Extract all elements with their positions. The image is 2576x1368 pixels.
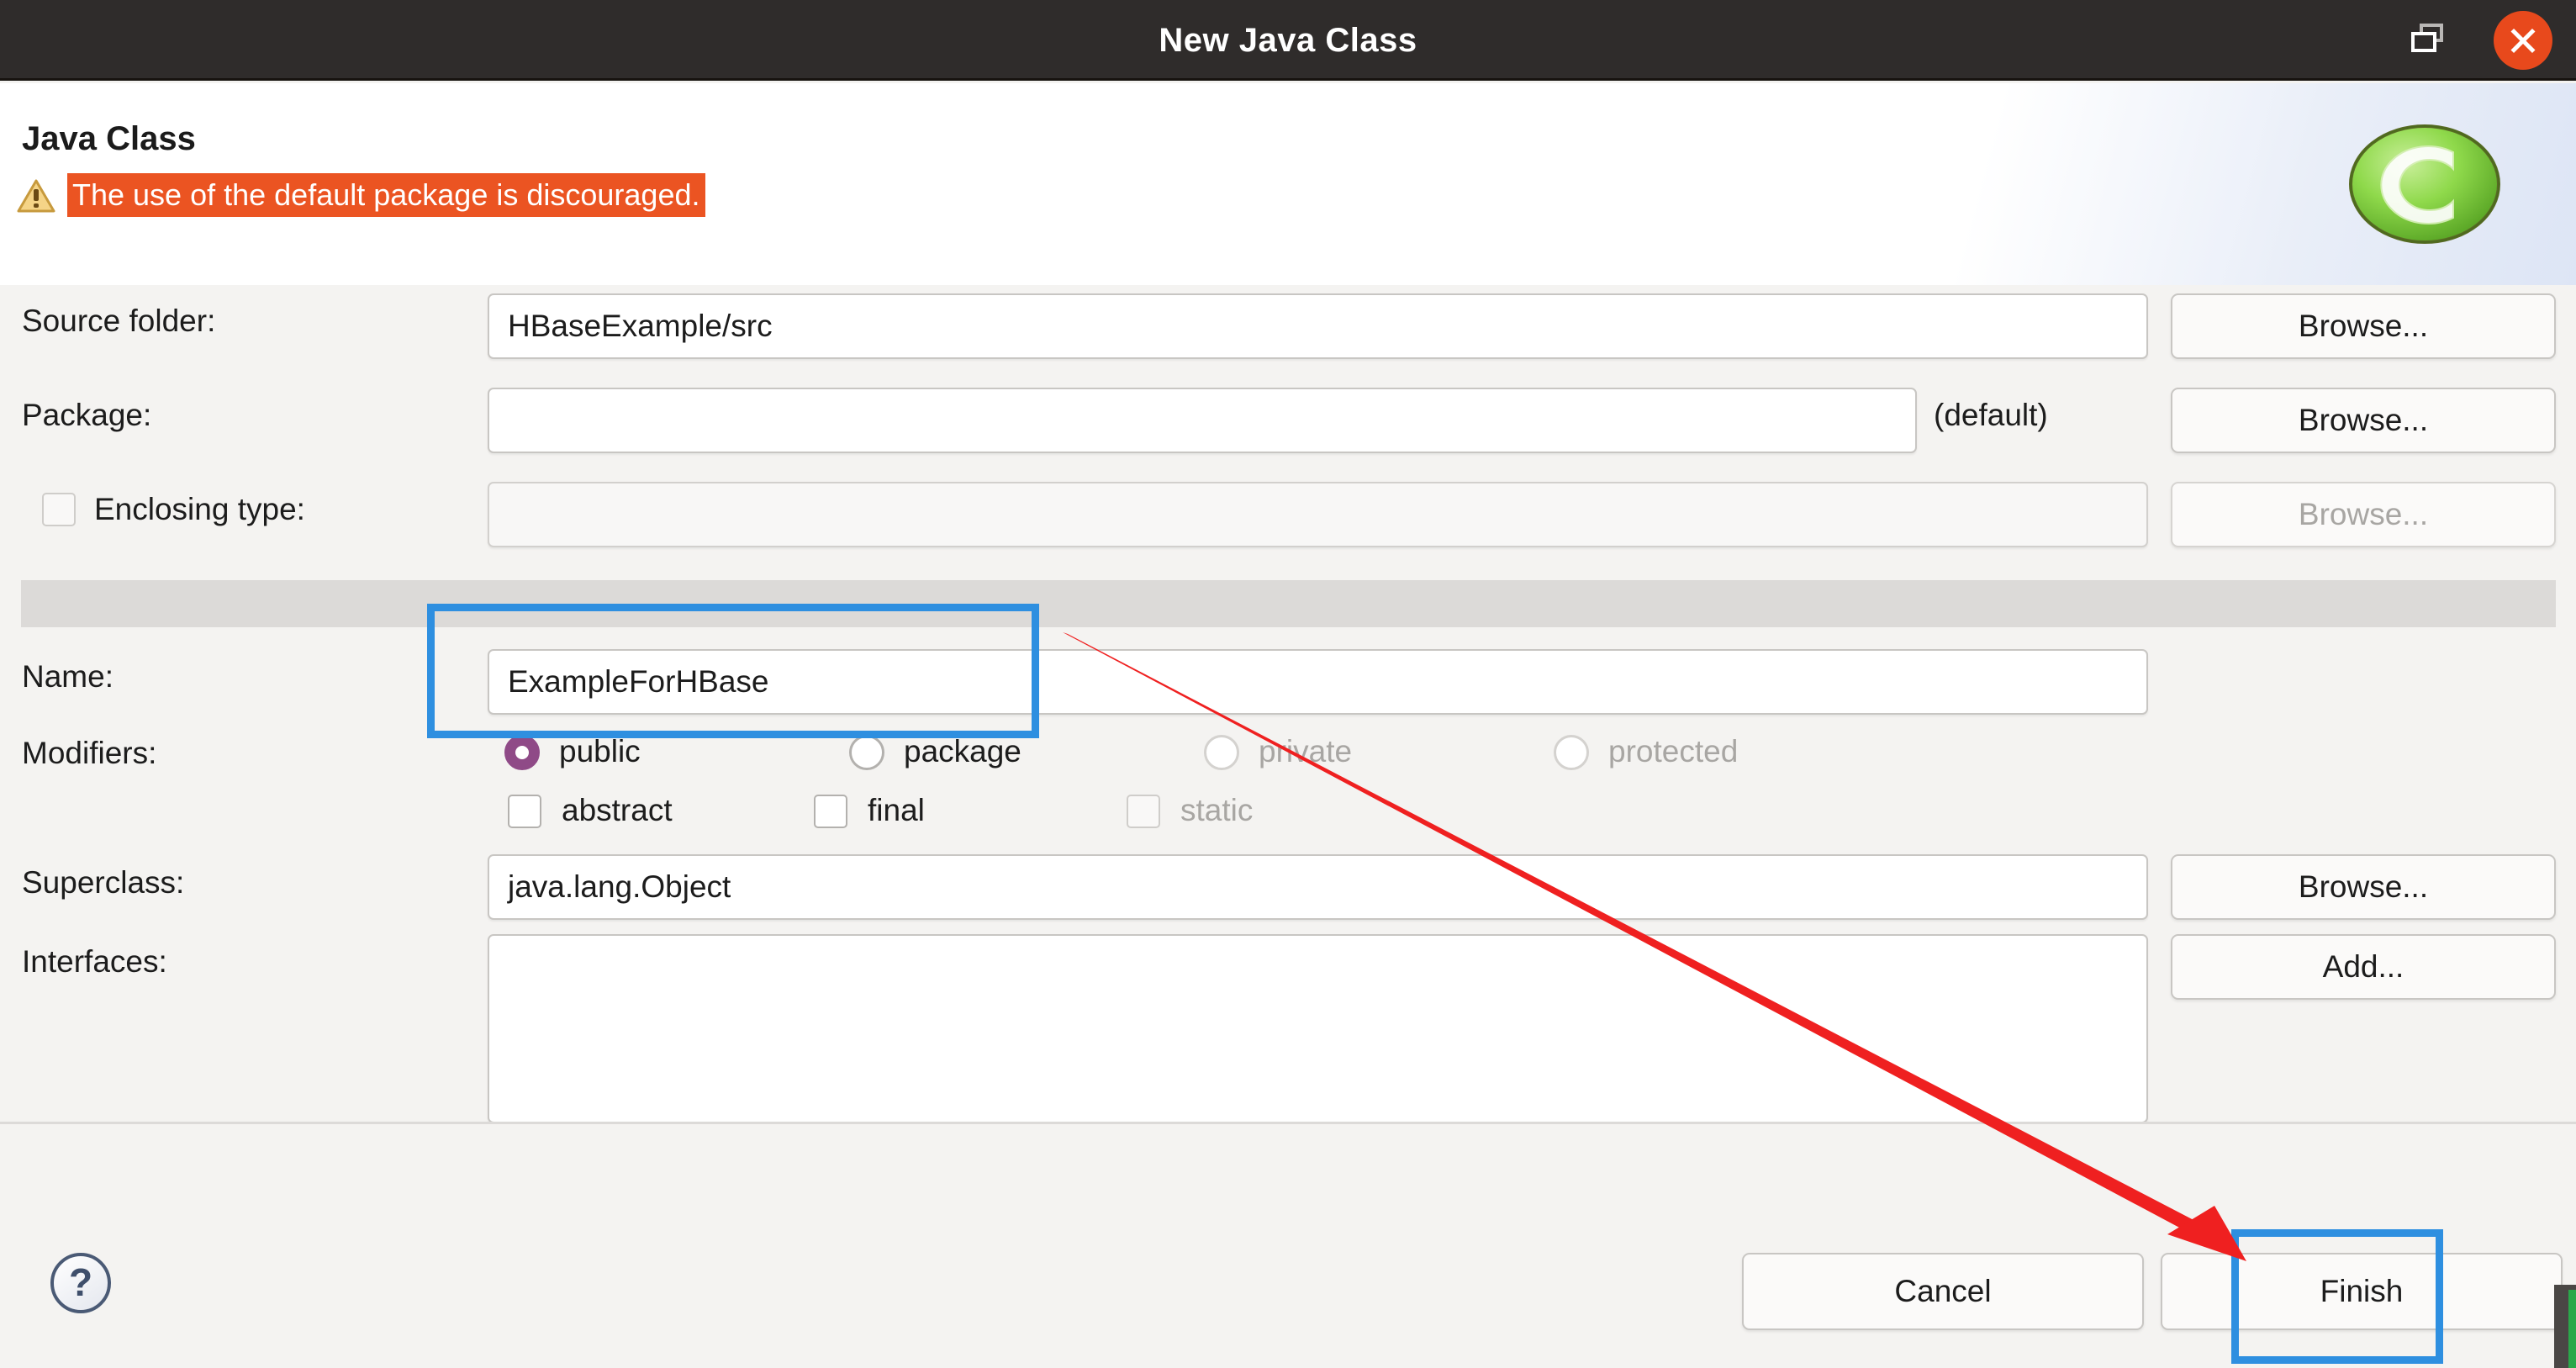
modifier-radio-private: [1204, 735, 1239, 770]
modifier-label-public: public: [559, 734, 641, 769]
superclass-input[interactable]: java.lang.Object: [488, 854, 2148, 920]
window-title: New Java Class: [1159, 22, 1417, 59]
modifier-radio-protected: [1554, 735, 1589, 770]
warning-message: The use of the default package is discou…: [67, 173, 705, 217]
modifier-label-protected: protected: [1608, 734, 1739, 769]
title-bar: New Java Class: [0, 0, 2576, 81]
name-input[interactable]: ExampleForHBase: [488, 649, 2148, 715]
dialog-footer: [0, 1124, 2576, 1368]
restore-window-icon[interactable]: [2411, 22, 2452, 59]
dialog-body: Source folder: HBaseExample/src Browse..…: [0, 285, 2576, 1123]
modifier-checkbox-static: [1127, 795, 1160, 828]
package-default-hint: (default): [1934, 398, 2048, 432]
eclipse-logo: [2349, 124, 2500, 244]
section-separator-band: [21, 580, 2556, 627]
finish-button[interactable]: Finish: [2161, 1253, 2563, 1330]
modifier-radio-public[interactable]: [504, 735, 540, 770]
enclosing-type-input[interactable]: [488, 482, 2148, 547]
interfaces-list[interactable]: [488, 934, 2148, 1123]
restore-icon-front-square: [2411, 32, 2436, 52]
modifier-checkbox-final[interactable]: [814, 795, 847, 828]
modifier-label-final: final: [868, 793, 925, 827]
enclosing-type-label: Enclosing type:: [94, 492, 305, 526]
modifier-label-private: private: [1259, 734, 1353, 769]
interfaces-label: Interfaces:: [22, 944, 167, 979]
interfaces-add-button[interactable]: Add...: [2171, 934, 2556, 1000]
modifier-checkbox-abstract[interactable]: [508, 795, 541, 828]
close-icon[interactable]: [2494, 11, 2552, 70]
package-label: Package:: [22, 398, 152, 432]
window-edge-accent: [2568, 1290, 2576, 1368]
warning-triangle-icon: [17, 179, 55, 213]
cancel-button[interactable]: Cancel: [1742, 1253, 2144, 1330]
superclass-label: Superclass:: [22, 865, 185, 900]
dialog-header: Java Class The use of the default packag…: [0, 83, 2576, 285]
package-browse-button[interactable]: Browse...: [2171, 388, 2556, 453]
source-folder-input[interactable]: HBaseExample/src: [488, 293, 2148, 359]
enclosing-type-browse-button: Browse...: [2171, 482, 2556, 547]
name-label: Name:: [22, 659, 113, 694]
modifier-label-static: static: [1180, 793, 1254, 827]
package-input[interactable]: [488, 388, 1917, 453]
modifier-label-abstract: abstract: [562, 793, 673, 827]
source-folder-browse-button[interactable]: Browse...: [2171, 293, 2556, 359]
page-title: Java Class: [22, 120, 196, 157]
superclass-browse-button[interactable]: Browse...: [2171, 854, 2556, 920]
modifier-label-package: package: [904, 734, 1021, 769]
help-icon-glyph: ?: [68, 1260, 93, 1304]
modifier-radio-package[interactable]: [849, 735, 884, 770]
source-folder-label: Source folder:: [22, 304, 216, 338]
modifiers-label: Modifiers:: [22, 736, 157, 770]
enclosing-type-checkbox[interactable]: [42, 493, 76, 526]
new-java-class-dialog: New Java Class Java Class The use of the…: [0, 0, 2576, 1368]
help-icon[interactable]: ?: [50, 1253, 111, 1313]
